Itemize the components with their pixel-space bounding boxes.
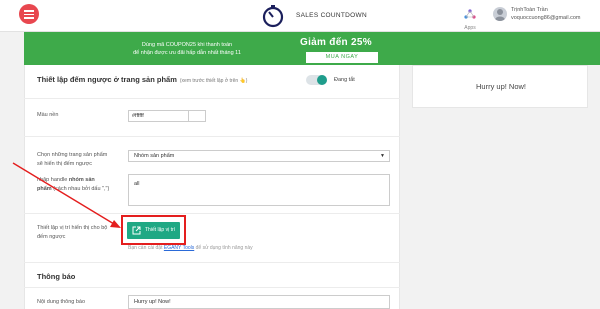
products-select-value: Nhóm sản phẩm xyxy=(134,153,175,159)
install-hint: Bạn cần cài đặt EGANY Tools để sử dụng t… xyxy=(128,245,253,251)
notification-title: Thông báo xyxy=(37,272,76,281)
annotation-highlight-box xyxy=(121,215,186,245)
toggle-knob xyxy=(317,75,327,85)
app-title: SALES COUNTDOWN xyxy=(296,12,367,19)
handle-label-bold2: phẩm xyxy=(37,186,52,192)
hint-suffix: để sử dụng tính năng này xyxy=(194,245,253,251)
handle-textarea[interactable]: all xyxy=(128,174,390,206)
user-icon xyxy=(495,9,505,21)
handle-label-suffix: (cách nhau bởi dấu ",") xyxy=(51,186,110,192)
handle-label: nhập handle nhóm sản phẩm (cách nhau bởi … xyxy=(37,176,125,194)
chevron-down-icon: ▼ xyxy=(380,153,385,159)
apps-label: Apps xyxy=(464,25,476,31)
position-label-line1: Thiết lập vị trí hiển thị cho bộ xyxy=(37,225,108,231)
settings-title: Thiết lập đếm ngược ở trang sản phẩm (xem… xyxy=(37,75,247,84)
products-label-line2: sẽ hiển thị đếm ngược xyxy=(37,161,92,167)
position-label-line2: đếm ngược xyxy=(37,234,66,240)
notification-content-label: Nội dung thông báo xyxy=(37,299,86,305)
color-label: Màu nền xyxy=(37,112,59,118)
promo-banner: Dùng mã COUPON25 khi thanh toán để nhận … xyxy=(24,32,600,65)
timer-logo-icon xyxy=(262,5,284,28)
handle-label-prefix: nhập handle xyxy=(37,177,69,183)
products-label-line1: Chọn những trang sản phẩm xyxy=(37,152,108,158)
banner-text-line2: để nhận được ưu đãi hấp dẫn nhất tháng 1… xyxy=(133,50,241,56)
user-name[interactable]: TrịnhToàn Trần xyxy=(511,7,548,13)
notification-content-value: Hurry up! Now! xyxy=(134,299,171,305)
handle-label-bold1: nhóm sản xyxy=(68,177,95,183)
color-input[interactable]: #ffffff xyxy=(128,110,206,122)
top-bar: SALES COUNTDOWN Apps TrịnhToàn Trần voqu… xyxy=(0,0,600,32)
hint-prefix: Bạn cần cài đặt xyxy=(128,245,164,251)
handle-value: all xyxy=(134,181,140,187)
divider xyxy=(24,262,400,263)
preview-panel: Hurry up! Now! xyxy=(412,65,588,108)
products-label: Chọn những trang sản phẩm sẽ hiển thị đế… xyxy=(37,151,107,169)
banner-headline: Giảm đến 25% xyxy=(300,37,372,48)
divider xyxy=(24,98,400,99)
divider xyxy=(24,287,400,288)
color-swatch[interactable] xyxy=(188,111,205,121)
color-value: #ffffff xyxy=(132,113,144,119)
preview-text: Hurry up! Now! xyxy=(475,82,526,91)
toggle-label: Đang tắt xyxy=(334,77,355,83)
menu-icon[interactable] xyxy=(19,4,39,24)
position-label: Thiết lập vị trí hiển thị cho bộ đếm ngư… xyxy=(37,224,107,242)
egany-tools-link[interactable]: EGANY Tools xyxy=(164,245,194,251)
divider xyxy=(24,213,400,214)
settings-title-note: (xem trước thiết lập ở trên 👆) xyxy=(179,78,248,84)
apps-button[interactable]: Apps xyxy=(460,6,480,31)
notification-content-input[interactable]: Hurry up! Now! xyxy=(128,295,390,309)
banner-text-line1: Dùng mã COUPON25 khi thanh toán xyxy=(141,42,233,48)
divider xyxy=(24,136,400,137)
enable-toggle[interactable] xyxy=(306,75,327,85)
banner-text: Dùng mã COUPON25 khi thanh toán để nhận … xyxy=(112,41,262,57)
settings-title-text: Thiết lập đếm ngược ở trang sản phẩm xyxy=(37,75,177,84)
apps-icon xyxy=(464,9,476,19)
products-select[interactable]: Nhóm sản phẩm ▼ xyxy=(128,150,390,162)
user-email: voquoccuong86@gmail.com xyxy=(511,15,581,21)
buy-now-button[interactable]: MUA NGAY xyxy=(306,52,378,63)
avatar[interactable] xyxy=(493,7,507,21)
